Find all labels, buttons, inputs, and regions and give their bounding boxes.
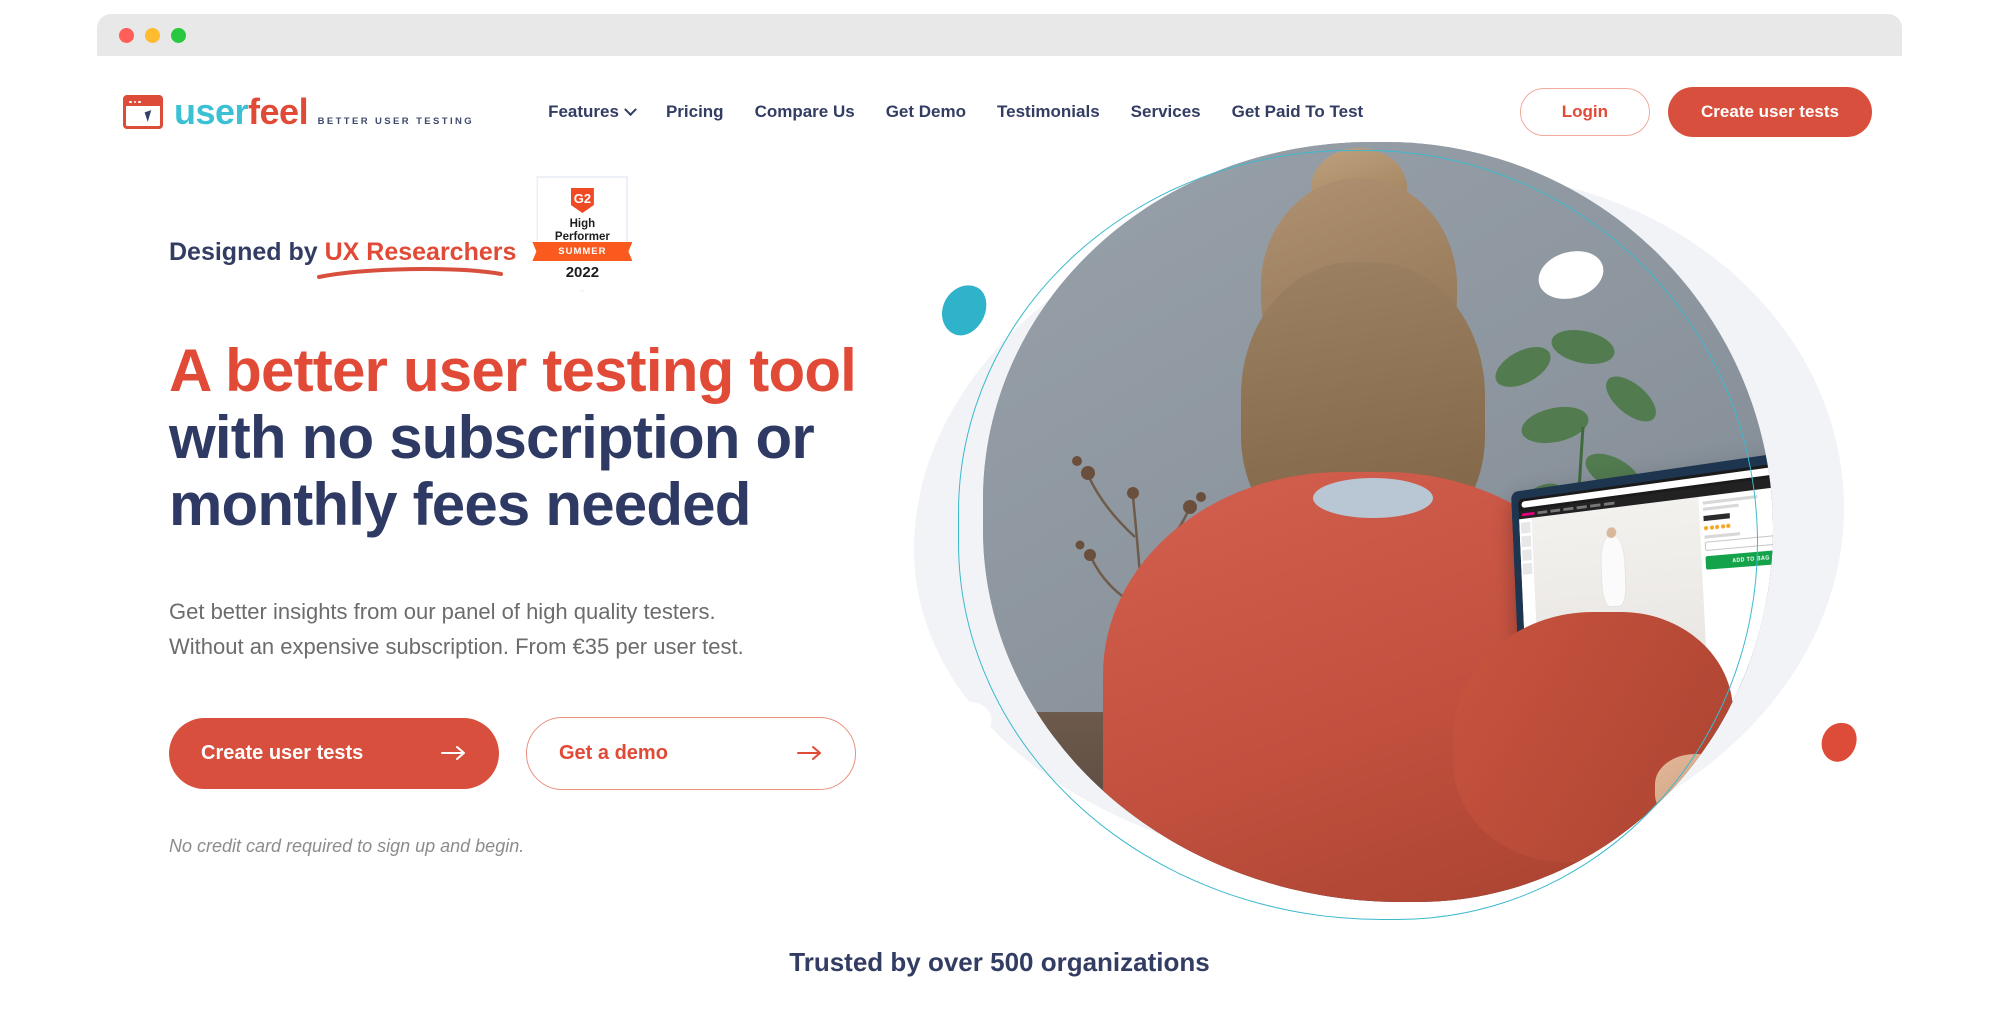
logo[interactable]: userfeel BETTER USER TESTING xyxy=(123,94,474,130)
hero-section: ADD TO BAG Designed by UX Researchers G2… xyxy=(97,142,1902,958)
badge-title-line1: High xyxy=(569,218,596,230)
headline-line-1: A better user testing tool xyxy=(169,337,857,404)
close-window-button[interactable] xyxy=(119,27,134,43)
logo-word-feel: feel xyxy=(248,91,309,132)
eyebrow-prefix: Designed by xyxy=(169,238,325,266)
hero-eyebrow: Designed by UX Researchers xyxy=(169,228,517,279)
badge-season: SUMMER xyxy=(532,242,633,261)
subhead-line-1: Get better insights from our panel of hi… xyxy=(169,598,716,624)
hero-photo: ADD TO BAG xyxy=(983,142,1773,902)
maximize-window-button[interactable] xyxy=(171,27,186,43)
header-actions: Login Create user tests xyxy=(1519,87,1872,137)
login-button[interactable]: Login xyxy=(1519,88,1651,136)
browser-window-cursor-icon xyxy=(123,95,163,129)
nav-item-testimonials[interactable]: Testimonials xyxy=(997,102,1100,122)
nav-item-features[interactable]: Features xyxy=(548,102,637,122)
hero-subheadline: Get better insights from our panel of hi… xyxy=(169,594,959,665)
page-content: userfeel BETTER USER TESTING Features Pr… xyxy=(97,56,1902,1024)
arrow-right-icon xyxy=(441,746,465,761)
get-a-demo-button[interactable]: Get a demo xyxy=(526,716,856,790)
hero-visual: ADD TO BAG xyxy=(898,142,1902,942)
red-blob-decor xyxy=(1815,717,1863,767)
hero-cta-row: Create user tests Get a demo xyxy=(169,716,959,790)
g2-logo-icon: G2 xyxy=(570,188,594,213)
create-user-tests-label: Create user tests xyxy=(201,741,364,764)
nav-item-get-paid-to-test[interactable]: Get Paid To Test xyxy=(1232,102,1364,122)
chevron-down-icon xyxy=(624,102,637,116)
nav-item-services[interactable]: Services xyxy=(1131,102,1201,122)
nav-item-get-demo[interactable]: Get Demo xyxy=(886,102,966,122)
nav-item-compare-us[interactable]: Compare Us xyxy=(755,102,855,122)
arrow-right-icon xyxy=(797,746,821,761)
underline-swoosh-icon xyxy=(317,266,503,279)
nav-item-pricing[interactable]: Pricing xyxy=(666,102,724,122)
logo-word-user: user xyxy=(174,91,249,132)
browser-window: userfeel BETTER USER TESTING Features Pr… xyxy=(97,14,1902,1024)
header-create-user-tests-button[interactable]: Create user tests xyxy=(1668,87,1872,137)
browser-titlebar xyxy=(97,14,1902,56)
hero-copy: Designed by UX Researchers G2 High Perfo… xyxy=(169,176,959,857)
add-to-bag-button: ADD TO BAG xyxy=(1705,548,1773,570)
site-header: userfeel BETTER USER TESTING Features Pr… xyxy=(97,56,1902,168)
hero-fineprint: No credit card required to sign up and b… xyxy=(169,835,525,856)
g2-high-performer-badge: G2 High Performer SUMMER 2022 xyxy=(532,176,633,292)
create-user-tests-button[interactable]: Create user tests xyxy=(169,717,499,789)
badge-year: 2022 xyxy=(565,264,600,281)
trusted-by-heading: Trusted by over 500 organizations xyxy=(789,947,1210,977)
main-navigation: Features Pricing Compare Us Get Demo Tes… xyxy=(548,102,1363,122)
page-title: A better user testing tool with no subsc… xyxy=(169,337,959,539)
nav-label-features: Features xyxy=(548,102,619,121)
logo-tagline: BETTER USER TESTING xyxy=(317,116,475,127)
subhead-line-2: Without an expensive subscription. From … xyxy=(169,634,744,660)
headline-line-2: with no subscription or xyxy=(169,404,815,472)
eyebrow-highlight: UX Researchers xyxy=(324,238,517,266)
minimize-window-button[interactable] xyxy=(145,27,160,43)
get-a-demo-label: Get a demo xyxy=(559,741,668,764)
headline-line-3: monthly fees needed xyxy=(169,471,751,539)
